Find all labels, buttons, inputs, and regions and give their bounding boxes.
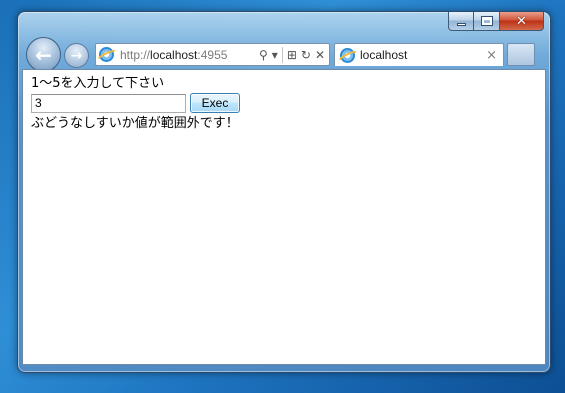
refresh-icon[interactable]: ↻	[301, 48, 311, 62]
number-input[interactable]	[31, 93, 186, 113]
ie-page-icon	[99, 47, 114, 62]
url-port: :4955	[197, 47, 228, 62]
exec-button[interactable]: Exec	[190, 93, 240, 113]
compatibility-view-icon[interactable]: ⊞	[287, 48, 297, 62]
forward-arrow-icon: →	[70, 47, 83, 64]
tab-label: localhost	[360, 48, 408, 62]
back-button[interactable]: ←	[26, 37, 61, 72]
close-icon: ✕	[516, 13, 527, 29]
maximize-icon	[480, 16, 493, 26]
stop-icon[interactable]: ✕	[315, 48, 325, 62]
window-caption-buttons: ✕	[448, 12, 544, 31]
input-form: Exec	[31, 93, 545, 113]
result-message: ぶどうなしすいか値が範囲外です！	[31, 116, 239, 131]
address-bar[interactable]: http://localhost:4955 ⚲ ▾ ⊞ ↻ ✕	[95, 43, 330, 66]
page-viewport: 1～5を入力して下さい Exec ぶどうなしすいか値が範囲外です！	[22, 69, 546, 365]
url-host: localhost	[150, 47, 198, 62]
minimize-button[interactable]	[448, 12, 474, 31]
maximize-button[interactable]	[474, 12, 500, 31]
new-tab-button[interactable]	[507, 43, 535, 66]
address-divider	[281, 46, 283, 63]
dropdown-icon[interactable]: ▾	[272, 48, 278, 62]
address-url[interactable]: http://localhost:4955	[120, 48, 227, 62]
back-arrow-icon: ←	[35, 42, 52, 67]
close-window-button[interactable]: ✕	[500, 12, 544, 31]
forward-button[interactable]: →	[64, 43, 89, 68]
address-tools: ⚲ ▾ ⊞ ↻ ✕	[259, 46, 329, 63]
minimize-icon	[456, 22, 466, 26]
tab-close-icon[interactable]: ×	[486, 48, 497, 63]
ie-tab-icon	[340, 47, 355, 63]
url-scheme: http://	[120, 47, 151, 62]
tab-localhost[interactable]: localhost ×	[334, 43, 504, 66]
browser-window: ✕ ← → http://localhost:4955 ⚲ ▾ ⊞ ↻ ✕ lo…	[17, 11, 551, 373]
input-prompt: 1～5を入力して下さい	[31, 76, 165, 91]
search-icon[interactable]: ⚲	[259, 48, 268, 62]
